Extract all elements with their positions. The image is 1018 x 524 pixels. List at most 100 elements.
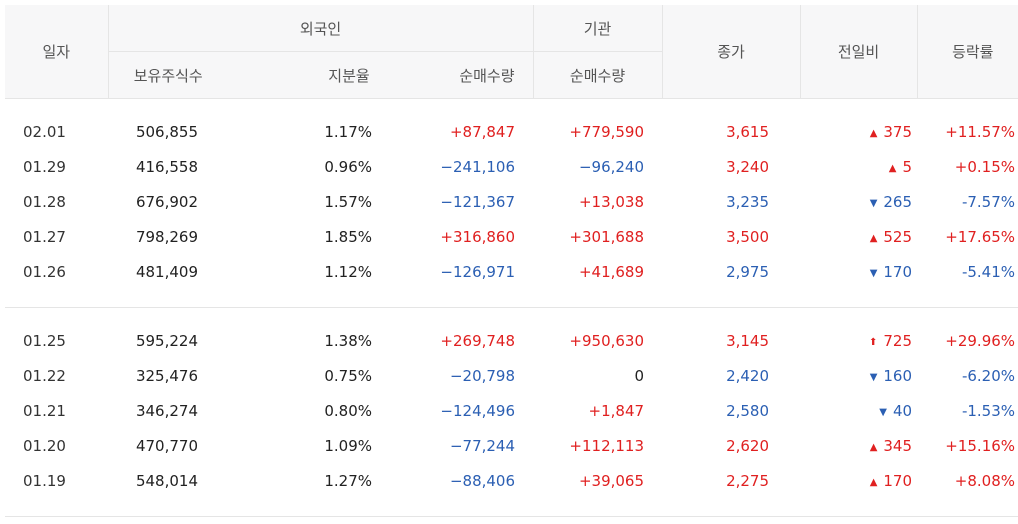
cell-institution-net: +41,689 <box>578 262 645 281</box>
cell-share-ratio: 1.27% <box>324 471 372 490</box>
table-row: 01.25 595,224 1.38% +269,748 +950,630 3,145 ⬆ 7… <box>5 323 1018 358</box>
investor-trading-table: 일자 외국인 기관 종가 전일비 등락률 보유주식수 지분율 순매수량 순매수량… <box>5 5 1018 517</box>
cell-institution-net: −96,240 <box>578 157 645 176</box>
cell-institution-net: +39,065 <box>578 471 645 490</box>
cell-change: ▲ 345 <box>800 428 917 463</box>
cell-foreign-net: −77,244 <box>449 436 516 455</box>
cell-change: ▲ 525 <box>800 219 917 254</box>
triangle-up-icon: ▲ <box>869 476 878 488</box>
table-body: 02.01 506,855 1.17% +87,847 +779,590 3,615 ▲ 37… <box>5 99 1018 517</box>
cell-share-ratio: 0.80% <box>324 401 372 420</box>
cell-foreign-net: +87,847 <box>449 122 516 141</box>
cell-share-ratio: 1.38% <box>324 331 372 350</box>
change-value: 160 <box>883 366 913 385</box>
cell-share-ratio: 1.12% <box>324 262 372 281</box>
cell-foreign-net: +269,748 <box>440 331 516 350</box>
cell-close: 3,240 <box>726 157 770 176</box>
cell-date: 02.01 <box>23 122 66 141</box>
triangle-up-icon: ▲ <box>869 127 878 139</box>
cell-foreign-net: −20,798 <box>449 366 516 385</box>
cell-foreign-net: −121,367 <box>440 192 516 211</box>
table-row: 01.26 481,409 1.12% −126,971 +41,689 2,975 ▼ 17… <box>5 254 1018 289</box>
cell-foreign-net: −126,971 <box>440 262 516 281</box>
cell-rate: +17.65% <box>945 227 1016 246</box>
cell-close: 3,615 <box>726 122 770 141</box>
cell-date: 01.22 <box>23 366 66 385</box>
header-institution-net: 순매수량 <box>532 51 663 99</box>
cell-rate: -7.57% <box>961 192 1016 211</box>
table-row: 01.19 548,014 1.27% −88,406 +39,065 2,275 ▲ 170… <box>5 463 1018 498</box>
triangle-up-icon: ▲ <box>888 162 897 174</box>
triangle-down-icon: ▼ <box>869 197 878 209</box>
row-spacer <box>5 289 1018 307</box>
cell-foreign-net: −124,496 <box>440 401 516 420</box>
change-value: 5 <box>902 157 913 176</box>
cell-holdings: 325,476 <box>135 366 198 385</box>
header-foreign-group: 외국인 <box>108 5 534 52</box>
cell-share-ratio: 0.96% <box>324 157 372 176</box>
cell-close: 3,500 <box>726 227 770 246</box>
cell-share-ratio: 1.85% <box>324 227 372 246</box>
triangle-down-icon: ▼ <box>869 371 878 383</box>
cell-holdings: 548,014 <box>135 471 198 490</box>
cell-date: 01.29 <box>23 157 66 176</box>
cell-change: ▲ 170 <box>800 463 917 498</box>
change-value: 725 <box>883 331 913 350</box>
row-spacer <box>5 308 1018 324</box>
cell-rate: +11.57% <box>945 122 1016 141</box>
cell-close: 2,275 <box>726 471 770 490</box>
header-institution-group: 기관 <box>532 5 663 52</box>
header-holdings: 보유주식수 <box>108 51 248 99</box>
cell-institution-net: +301,688 <box>569 227 645 246</box>
table-row: 01.29 416,558 0.96% −241,106 −96,240 3,240 ▲ 5 +… <box>5 149 1018 184</box>
triangle-up-icon: ▲ <box>869 441 878 453</box>
cell-date: 01.25 <box>23 331 66 350</box>
cell-institution-net: +13,038 <box>578 192 645 211</box>
row-spacer <box>5 498 1018 516</box>
change-value: 170 <box>883 262 913 281</box>
cell-holdings: 595,224 <box>135 331 198 350</box>
cell-institution-net: +1,847 <box>588 401 645 420</box>
cell-change: ⬆ 725 <box>800 323 917 358</box>
cell-share-ratio: 1.57% <box>324 192 372 211</box>
cell-rate: +8.08% <box>954 471 1016 490</box>
cell-date: 01.21 <box>23 401 66 420</box>
table-row: 01.27 798,269 1.85% +316,860 +301,688 3,500 ▲ 5… <box>5 219 1018 254</box>
triangle-down-icon: ▼ <box>869 267 878 279</box>
cell-rate: +29.96% <box>945 331 1016 350</box>
cell-holdings: 416,558 <box>135 157 198 176</box>
triangle-up-icon: ⬆ <box>869 336 878 348</box>
cell-date: 01.28 <box>23 192 66 211</box>
cell-change: ▼ 265 <box>800 184 917 219</box>
cell-change: ▼ 170 <box>800 254 917 289</box>
header-change: 전일비 <box>799 5 918 99</box>
cell-date: 01.26 <box>23 262 66 281</box>
table-header: 일자 외국인 기관 종가 전일비 등락률 보유주식수 지분율 순매수량 순매수량 <box>5 5 1018 99</box>
change-value: 345 <box>883 436 913 455</box>
cell-close: 2,580 <box>726 401 770 420</box>
cell-close: 3,235 <box>726 192 770 211</box>
change-value: 265 <box>883 192 913 211</box>
cell-institution-net: 0 <box>634 366 645 385</box>
header-foreign-net: 순매수량 <box>390 51 534 99</box>
cell-share-ratio: 1.09% <box>324 436 372 455</box>
cell-rate: -1.53% <box>961 401 1016 420</box>
cell-rate: +0.15% <box>954 157 1016 176</box>
change-value: 40 <box>892 401 913 420</box>
change-value: 525 <box>883 227 913 246</box>
cell-foreign-net: +316,860 <box>440 227 516 246</box>
table-row: 02.01 506,855 1.17% +87,847 +779,590 3,615 ▲ 37… <box>5 114 1018 149</box>
cell-foreign-net: −241,106 <box>440 157 516 176</box>
cell-change: ▼ 40 <box>800 393 917 428</box>
cell-institution-net: +112,113 <box>569 436 645 455</box>
cell-change: ▲ 375 <box>800 114 917 149</box>
cell-close: 2,975 <box>726 262 770 281</box>
cell-date: 01.19 <box>23 471 66 490</box>
header-close: 종가 <box>661 5 801 99</box>
cell-holdings: 506,855 <box>135 122 198 141</box>
cell-rate: -5.41% <box>961 262 1016 281</box>
triangle-up-icon: ▲ <box>869 232 878 244</box>
header-rate: 등락률 <box>916 5 1018 99</box>
group-divider <box>5 516 1018 517</box>
cell-share-ratio: 0.75% <box>324 366 372 385</box>
